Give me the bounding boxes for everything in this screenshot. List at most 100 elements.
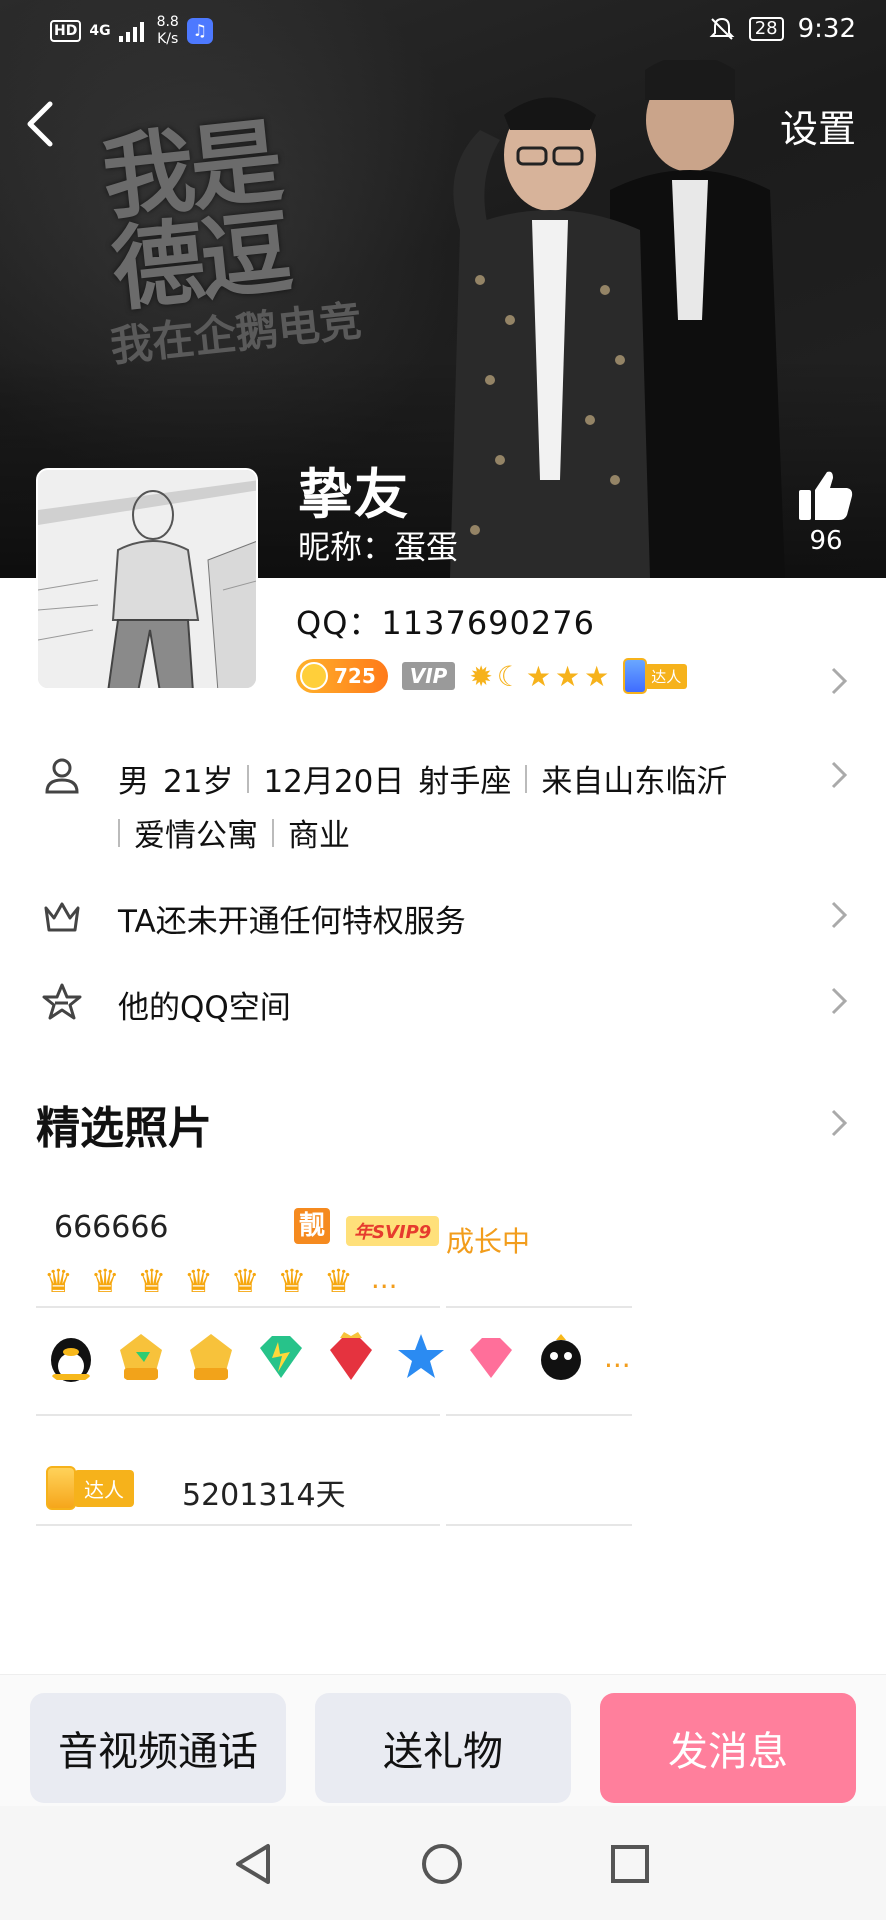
more-ellipsis: ... (604, 1340, 631, 1374)
crown-icon: ♛ (90, 1262, 120, 1300)
red-gem-8-icon (330, 1332, 372, 1380)
chevron-right-icon[interactable] (830, 760, 848, 790)
status-bar: HD 4G 8.8 K/s ♫ 28 9:32 (0, 0, 886, 62)
profile-nickname: 昵称：蛋蛋 (298, 528, 459, 566)
signal-bars-icon (118, 22, 144, 42)
divider (36, 1414, 440, 1416)
black-chick-icon (541, 1334, 581, 1380)
privilege-text: TA还未开通任何特权服务 (118, 904, 466, 940)
qzone-text: 他的QQ空间 (118, 990, 291, 1026)
tag-profession: 商业 (288, 818, 350, 854)
send-message-button[interactable]: 发消息 (600, 1693, 856, 1803)
crown-icon: ♛ (44, 1262, 73, 1300)
chevron-right-icon[interactable] (830, 986, 848, 1016)
like-count: 96 (809, 526, 843, 556)
network-speed: 8.8 K/s (156, 14, 179, 47)
star-icon: ★ (555, 659, 581, 693)
daren-days-text[interactable]: 5201314天 (182, 1470, 346, 1514)
growing-label: 成长中 (446, 1225, 531, 1258)
crown-icon: ♛ (137, 1262, 167, 1300)
crown-icon: ♛ (230, 1262, 260, 1300)
back-arrow-icon[interactable] (22, 98, 58, 150)
qzone-row[interactable]: 他的QQ空间 (118, 982, 291, 1027)
qq-number: QQ：1137690276 (296, 604, 595, 642)
game-badges-row[interactable]: ... (44, 1330, 631, 1384)
zodiac-sign: 射手座 (418, 764, 512, 800)
action-bar: 音视频通话 送礼物 发消息 (0, 1674, 886, 1806)
chevron-right-icon[interactable] (830, 666, 848, 696)
banner-line-2: 德逗 (107, 198, 294, 325)
nav-recents-icon[interactable] (608, 1842, 652, 1886)
send-gift-button[interactable]: 送礼物 (315, 1693, 571, 1803)
section-title: 精选照片 (36, 1103, 212, 1154)
nav-back-icon[interactable] (232, 1842, 276, 1886)
profile-details-line1[interactable]: 男 21岁 12月20日 射手座 来自山东临沂 (118, 756, 727, 801)
qzone-star-icon (42, 983, 82, 1020)
qq-level-icons: ✹ ☾ ★ ★ ★ (469, 660, 609, 693)
coin-icon (300, 662, 328, 690)
crown-row: ♛ ♛ ♛ ♛ ♛ ♛ ♛ ... (44, 1262, 398, 1300)
profile-remark-name: 挚友 (298, 463, 410, 526)
daren-days-badge: 达人 (46, 1466, 134, 1510)
star-icon: ★ (525, 659, 552, 693)
coin-badge: 725 (296, 659, 388, 693)
profile-details-line2: 爱情公寓 商业 (118, 810, 350, 855)
svip-badge: 年SVIP9 (346, 1216, 440, 1246)
chevron-right-icon[interactable] (830, 900, 848, 930)
divider (36, 1524, 440, 1526)
system-nav-bar (0, 1806, 886, 1920)
moon-icon: ☾ (496, 659, 522, 693)
divider (272, 818, 274, 847)
more-ellipsis: ... (370, 1262, 398, 1295)
level-7-diamond-badge-icon (260, 1336, 302, 1378)
signal-icon: 4G (89, 23, 111, 39)
phone-icon (46, 1466, 76, 1510)
divider (446, 1414, 632, 1416)
crown-icon: ♛ (324, 1262, 353, 1300)
gender: 男 (118, 764, 149, 800)
chevron-right-icon[interactable] (830, 1108, 848, 1138)
profile-page: 我是 德逗 我在企鹅电竞 HD 4G 8.8 K/s ♫ 28 9:32 设置 … (0, 0, 886, 1920)
level-8-badge-icon (120, 1334, 162, 1380)
banner-calligraphy: 我是 德逗 我在企鹅电竞 (97, 107, 364, 371)
crown-icon: ♛ (277, 1262, 307, 1300)
thumbs-up-icon (799, 471, 853, 520)
person-icon (45, 758, 79, 794)
badge-row[interactable]: 725 VIP ✹ ☾ ★ ★ ★ 达人 (296, 658, 688, 694)
tag-favorite-show: 爱情公寓 (134, 818, 258, 854)
location: 来自山东临沂 (541, 764, 728, 800)
star-icon: ★ (584, 659, 610, 693)
battery-indicator: 28 (748, 17, 784, 41)
settings-button[interactable]: 设置 (780, 98, 856, 153)
clock: 9:32 (797, 14, 856, 44)
hd-icon: HD (50, 20, 82, 42)
music-app-icon: ♫ (186, 18, 213, 44)
blue-star-icon (398, 1334, 444, 1378)
crown-icon: ♛ (184, 1262, 213, 1300)
mute-bell-icon (709, 17, 735, 40)
banner-people-image (450, 60, 785, 578)
crown-icon (44, 902, 80, 932)
pretty-number-badge: 靓 (294, 1208, 330, 1244)
sun-icon: ✹ (469, 659, 493, 693)
privilege-row[interactable]: TA还未开通任何特权服务 (118, 896, 466, 941)
level-8-crown-badge-icon (190, 1334, 232, 1380)
divider (446, 1306, 632, 1308)
vip-badge: VIP (401, 662, 456, 690)
avatar-sketch-image (38, 470, 256, 688)
like-button[interactable]: 96 (796, 470, 856, 556)
birthday: 12月20日 (263, 764, 405, 800)
coin-value: 725 (334, 664, 376, 688)
daren-badge: 达人 (623, 658, 688, 694)
divider (446, 1524, 632, 1526)
phone-icon (623, 658, 648, 694)
photo-cell-1-text[interactable]: 666666 (54, 1210, 169, 1245)
qq-penguin-icon (51, 1338, 91, 1382)
video-call-button[interactable]: 音视频通话 (30, 1693, 286, 1803)
pink-diamond-icon (470, 1338, 512, 1378)
divider (525, 764, 528, 793)
age: 21岁 (163, 764, 234, 800)
divider (247, 764, 250, 793)
avatar[interactable] (36, 468, 258, 690)
nav-home-icon[interactable] (420, 1842, 464, 1886)
